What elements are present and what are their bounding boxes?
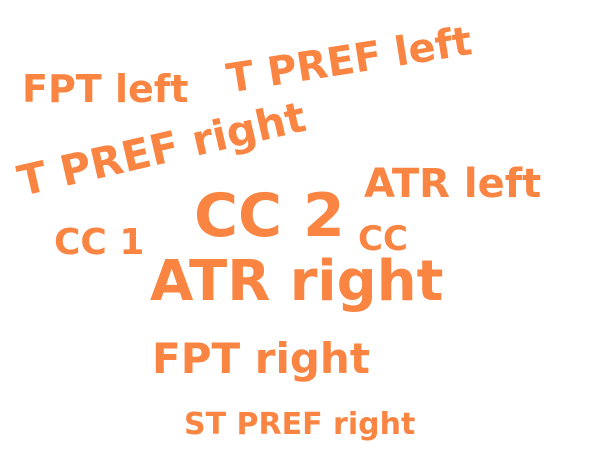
word-cc-1: CC 1 bbox=[54, 222, 145, 263]
word-fpt-left: FPT left bbox=[22, 67, 189, 111]
word-atr-left: ATR left bbox=[364, 161, 542, 207]
word-fpt-right: FPT right bbox=[152, 334, 370, 383]
word-cloud: FPT left T PREF left T PREF right ATR le… bbox=[0, 0, 590, 458]
word-t-pref-left: T PREF left bbox=[223, 18, 475, 103]
word-atr-right: ATR right bbox=[150, 249, 444, 314]
word-st-pref-right: ST PREF right bbox=[184, 407, 416, 442]
word-cc-2: CC 2 bbox=[194, 181, 345, 251]
